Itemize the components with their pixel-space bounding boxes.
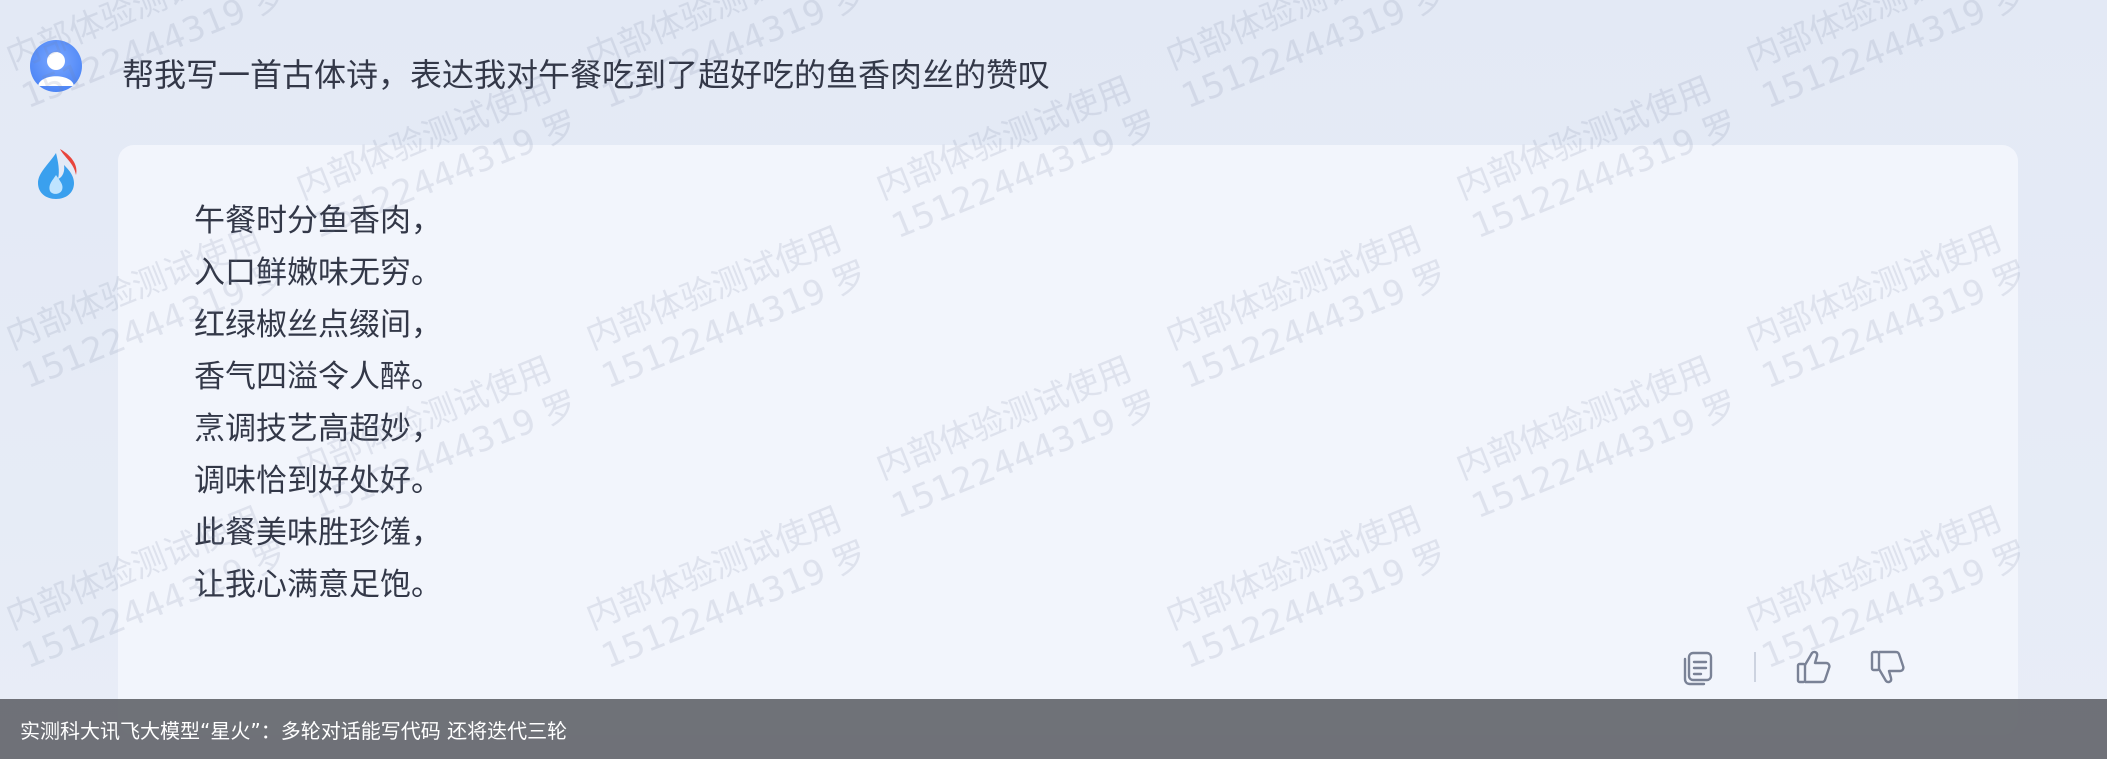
caption-bar: 实测科大讯飞大模型“星火”：多轮对话能写代码 还将迭代三轮	[0, 699, 2107, 759]
poem-line: 香气四溢令人醉。	[194, 359, 442, 395]
poem-line: 调味恰到好处好。	[194, 463, 442, 499]
poem-line: 此餐美味胜珍馐，	[194, 515, 442, 551]
poem-line: 烹调技艺高超妙，	[194, 411, 442, 447]
watermark: 内部体验测试使用15122444319 罗	[1740, 0, 2034, 117]
like-button[interactable]	[1792, 645, 1836, 689]
actions-divider	[1754, 652, 1756, 682]
user-message-row: 帮我写一首古体诗，表达我对午餐吃到了超好吃的鱼香肉丝的赞叹	[30, 40, 1050, 94]
poem: 午餐时分鱼香肉， 入口鲜嫩味无穷。 红绿椒丝点缀间， 香气四溢令人醉。 烹调技艺…	[194, 195, 442, 611]
assistant-message-card: 午餐时分鱼香肉， 入口鲜嫩味无穷。 红绿椒丝点缀间， 香气四溢令人醉。 烹调技艺…	[118, 145, 2018, 735]
spark-logo-icon	[30, 145, 82, 201]
copy-icon	[1683, 651, 1713, 686]
watermark: 内部体验测试使用15122444319 罗	[1160, 0, 1454, 117]
thumbs-down-icon	[1870, 650, 1905, 684]
poem-line: 让我心满意足饱。	[194, 567, 442, 603]
poem-line: 入口鲜嫩味无穷。	[194, 255, 442, 291]
dislike-button[interactable]	[1866, 645, 1910, 689]
poem-line: 午餐时分鱼香肉，	[194, 203, 442, 239]
user-message-text: 帮我写一首古体诗，表达我对午餐吃到了超好吃的鱼香肉丝的赞叹	[122, 56, 1051, 94]
message-actions	[1676, 645, 1910, 689]
poem-line: 红绿椒丝点缀间，	[194, 307, 442, 343]
thumbs-up-icon	[1796, 650, 1831, 684]
copy-button[interactable]	[1676, 645, 1720, 689]
caption-text: 实测科大讯飞大模型“星火”：多轮对话能写代码 还将迭代三轮	[20, 719, 568, 743]
user-avatar-icon	[38, 52, 74, 86]
user-avatar	[30, 40, 82, 92]
